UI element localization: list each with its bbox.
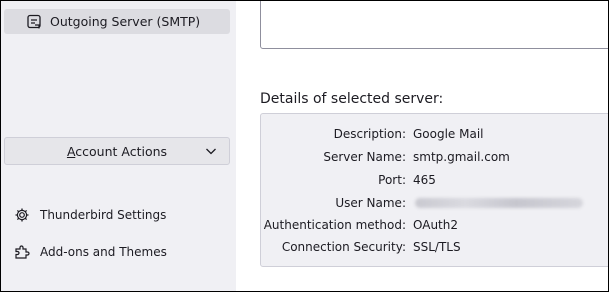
detail-key: User Name: [335, 196, 406, 210]
settings-window: Outgoing Server (SMTP) Account Actions T… [0, 0, 609, 292]
detail-key: Server Name: [323, 150, 406, 164]
detail-key: Authentication method: [263, 218, 406, 232]
server-details-panel: Description: Google Mail Server Name: sm… [260, 113, 608, 267]
sidebar-item-outgoing-server[interactable]: Outgoing Server (SMTP) [4, 9, 230, 34]
detail-key: Description: [333, 127, 406, 141]
detail-value: SSL/TLS [413, 240, 461, 254]
puzzle-icon [14, 244, 30, 260]
detail-row-user-name: User Name: [261, 193, 608, 213]
detail-row-server-name: Server Name: smtp.gmail.com [261, 147, 608, 167]
smtp-server-list[interactable] [260, 1, 608, 49]
thunderbird-settings-link[interactable]: Thunderbird Settings [14, 204, 214, 226]
detail-row-description: Description: Google Mail [261, 124, 608, 144]
detail-key: Connection Security: [281, 240, 406, 254]
detail-row-connection-security: Connection Security: SSL/TLS [261, 237, 608, 257]
addons-themes-label: Add-ons and Themes [40, 245, 167, 259]
account-actions-button[interactable]: Account Actions [4, 137, 230, 165]
redacted-user-name [415, 198, 583, 208]
account-sidebar: Outgoing Server (SMTP) Account Actions T… [1, 1, 236, 291]
thunderbird-settings-label: Thunderbird Settings [40, 208, 167, 222]
detail-value: smtp.gmail.com [413, 150, 510, 164]
chevron-down-icon [205, 145, 217, 157]
detail-value: OAuth2 [413, 218, 458, 232]
outgoing-server-icon [26, 14, 42, 30]
details-heading: Details of selected server: [260, 91, 444, 107]
detail-row-port: Port: 465 [261, 170, 608, 190]
detail-value: Google Mail [413, 127, 484, 141]
account-actions-label: Account Actions [66, 143, 168, 159]
addons-themes-link[interactable]: Add-ons and Themes [14, 241, 214, 263]
gear-icon [14, 207, 30, 223]
sidebar-item-label: Outgoing Server (SMTP) [50, 14, 201, 29]
detail-row-auth-method: Authentication method: OAuth2 [261, 215, 608, 235]
detail-key: Port: [378, 173, 406, 187]
detail-value: 465 [413, 173, 436, 187]
